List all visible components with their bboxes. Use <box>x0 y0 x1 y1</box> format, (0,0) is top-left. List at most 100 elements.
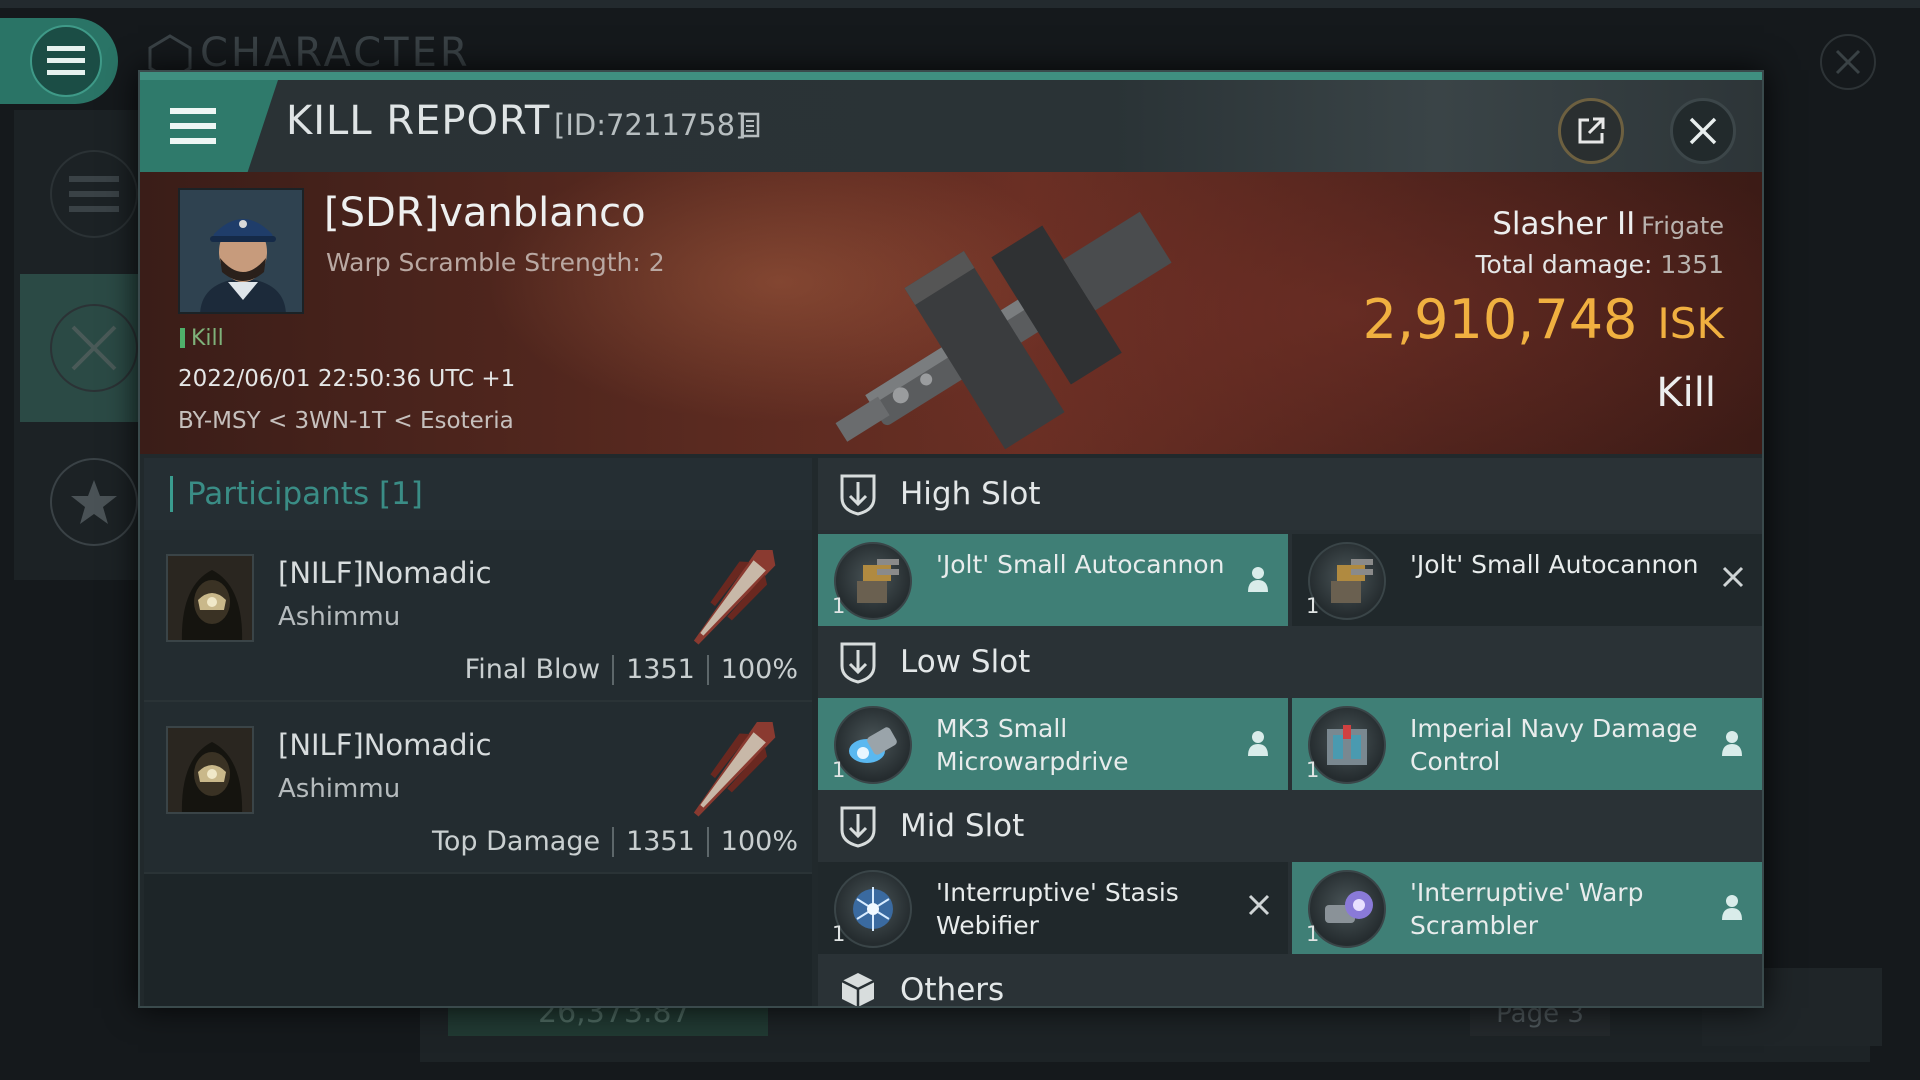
module-name: 'Jolt' Small Autocannon <box>936 550 1225 579</box>
participant-ship: Ashimmu <box>278 774 401 804</box>
low-slot-header: Low Slot <box>818 626 1762 698</box>
share-button[interactable] <box>1558 98 1624 164</box>
ship-class: Frigate <box>1641 212 1724 240</box>
webifier-icon <box>834 870 912 948</box>
total-damage: Total damage: 1351 <box>1476 250 1725 279</box>
crossed-swords-icon <box>71 325 117 371</box>
menu-icon <box>170 108 216 144</box>
victim-banner: [SDR]vanblanco Warp Scramble Strength: 2… <box>140 172 1762 454</box>
window-title: KILL REPORT <box>286 98 551 144</box>
list-icon <box>69 176 119 212</box>
others-header: Others <box>818 954 1762 1008</box>
isk-amount: 2,910,748 <box>1362 288 1638 351</box>
total-damage-value: 1351 <box>1660 250 1724 279</box>
module-name: MK3 Small Microwarpdrive <box>936 714 1129 776</box>
victim-ship[interactable]: Slasher II Frigate <box>1492 206 1724 242</box>
module-item[interactable]: 1 Imperial Navy Damage Control <box>1292 698 1762 790</box>
high-slot-label: High Slot <box>900 476 1041 512</box>
ship-name: Slasher II <box>1492 206 1636 242</box>
menu-icon <box>47 46 85 75</box>
fitting-panel: High Slot 1 'Jolt' Small Autocannon 1 'J… <box>818 458 1762 1008</box>
participant-ship-image[interactable] <box>674 706 794 834</box>
star-icon <box>71 480 117 524</box>
slot-icon <box>838 804 878 848</box>
damage-control-icon <box>1308 706 1386 784</box>
kill-id: [ID:7211758] <box>554 108 747 142</box>
participant-damage: 1351 <box>626 826 695 857</box>
module-quantity: 1 <box>832 758 846 782</box>
module-name: 'Interruptive' Warp Scrambler <box>1410 878 1644 940</box>
module-quantity: 1 <box>832 594 846 618</box>
background-sidebar-favorites-item[interactable] <box>50 458 138 546</box>
dropped-person-icon <box>1246 730 1270 760</box>
participant-ship-image[interactable] <box>674 534 794 662</box>
total-damage-label: Total damage: <box>1475 250 1653 279</box>
autocannon-icon <box>1308 542 1386 620</box>
copy-id-icon[interactable] <box>740 112 762 142</box>
participant-stats: Final Blow 1351 100% <box>465 654 798 685</box>
kill-datetime: 2022/06/01 22:50:36 UTC +1 <box>178 366 516 392</box>
close-icon <box>1835 49 1861 75</box>
participant-portrait[interactable] <box>166 554 254 642</box>
mid-slot-label: Mid Slot <box>900 808 1025 844</box>
participant-percent: 100% <box>720 826 798 857</box>
result-label: Kill <box>1656 370 1716 416</box>
isk-unit: ISK <box>1657 299 1724 348</box>
participant-row[interactable]: [NILF]Nomadic Ashimmu Final Blow 1351 10… <box>144 530 812 702</box>
slot-icon <box>838 640 878 684</box>
participant-damage: 1351 <box>626 654 695 685</box>
module-name: 'Jolt' Small Autocannon <box>1410 550 1699 579</box>
kill-tag: Kill <box>180 326 224 351</box>
module-item[interactable]: 1 'Jolt' Small Autocannon <box>818 534 1288 626</box>
window-accent-line <box>140 72 1762 80</box>
share-icon <box>1578 117 1605 144</box>
close-icon <box>1689 117 1717 145</box>
background-menu-button[interactable] <box>0 18 118 104</box>
destroyed-x-icon <box>1722 566 1744 592</box>
others-label: Others <box>900 972 1005 1008</box>
participant-ship: Ashimmu <box>278 602 401 632</box>
kill-report-window: KILL REPORT [ID:7211758] [SDR]vanblanco … <box>138 70 1764 1008</box>
module-name: Imperial Navy Damage Control <box>1410 714 1698 776</box>
slot-icon <box>838 472 878 516</box>
dropped-person-icon <box>1720 730 1744 760</box>
participants-title: Participants [1] <box>187 476 423 512</box>
background-close-button[interactable] <box>1820 34 1876 90</box>
high-slot-header: High Slot <box>818 458 1762 530</box>
destroyed-x-icon <box>1248 894 1270 920</box>
victim-portrait[interactable] <box>178 188 304 314</box>
background-sidebar-list-item[interactable] <box>50 150 138 238</box>
module-name: 'Interruptive' Stasis Webifier <box>936 878 1179 940</box>
participant-role: Final Blow <box>464 654 601 685</box>
module-item[interactable]: 1 'Jolt' Small Autocannon <box>1292 534 1762 626</box>
participant-row[interactable]: [NILF]Nomadic Ashimmu Top Damage 1351 10… <box>144 702 812 874</box>
participant-portrait[interactable] <box>166 726 254 814</box>
participant-role: Top Damage <box>432 826 601 857</box>
autocannon-icon <box>834 542 912 620</box>
victim-ship-image[interactable] <box>790 192 1250 456</box>
participant-percent: 100% <box>720 654 798 685</box>
kill-location[interactable]: BY-MSY < 3WN-1T < Esoteria <box>178 408 514 434</box>
mid-slot-header: Mid Slot <box>818 790 1762 862</box>
participants-header: Participants [1] <box>144 458 812 530</box>
victim-name[interactable]: [SDR]vanblanco <box>324 190 646 236</box>
module-quantity: 1 <box>1306 594 1320 618</box>
participant-name[interactable]: [NILF]Nomadic <box>278 728 492 762</box>
module-quantity: 1 <box>832 922 846 946</box>
participant-name[interactable]: [NILF]Nomadic <box>278 556 492 590</box>
background-sidebar-combat-item[interactable] <box>50 304 138 392</box>
warp-scrambler-icon <box>1308 870 1386 948</box>
background-top-bar <box>0 0 1920 8</box>
close-button[interactable] <box>1670 98 1736 164</box>
cargo-box-icon <box>838 970 878 1006</box>
window-menu-button[interactable] <box>140 80 278 172</box>
module-quantity: 1 <box>1306 758 1320 782</box>
module-item[interactable]: 1 'Interruptive' Stasis Webifier <box>818 862 1288 954</box>
module-item[interactable]: 1 'Interruptive' Warp Scrambler <box>1292 862 1762 954</box>
window-header: KILL REPORT [ID:7211758] <box>140 80 1762 172</box>
victim-subtitle: Warp Scramble Strength: 2 <box>326 248 665 277</box>
module-item[interactable]: 1 MK3 Small Microwarpdrive <box>818 698 1288 790</box>
module-quantity: 1 <box>1306 922 1320 946</box>
low-slot-label: Low Slot <box>900 644 1031 680</box>
isk-value: 2,910,748 ISK <box>1363 288 1724 351</box>
